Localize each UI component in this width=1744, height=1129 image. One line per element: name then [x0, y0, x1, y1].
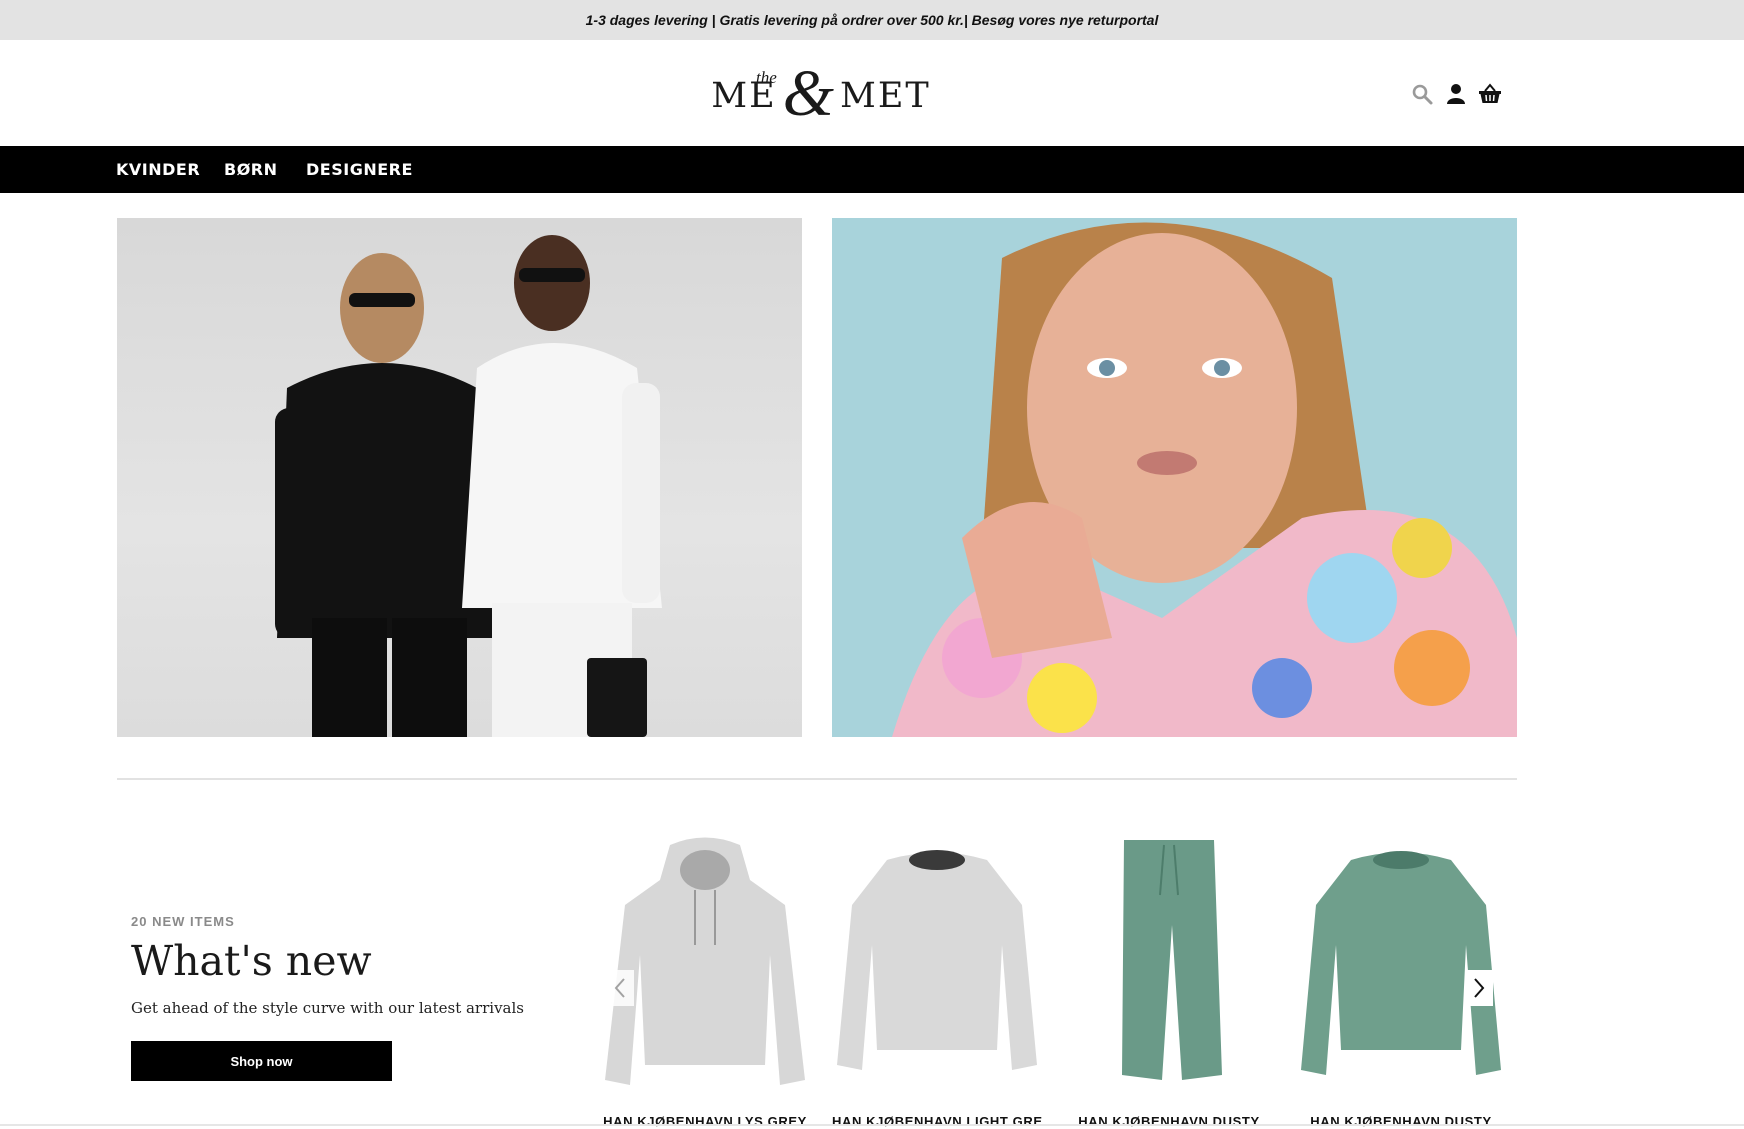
site-header: ME & MET the	[0, 40, 1744, 146]
main-nav: KVINDER BØRN DESIGNERE	[0, 146, 1744, 193]
logo-met: MET	[840, 76, 931, 116]
product-image-sweatshirt	[1301, 851, 1501, 1075]
announcement-text[interactable]: 1-3 dages levering | Gratis levering på …	[586, 12, 1159, 28]
nav-item-born[interactable]: BØRN	[224, 160, 278, 179]
product-image-pants	[1122, 840, 1222, 1080]
product-image-hoodie	[605, 837, 805, 1085]
product-card[interactable]: HAN KJØBENHAVN LIGHT GREY	[832, 830, 1042, 1129]
product-carousel: HAN KJØBENHAVN LYS GREY HAN KJØBENHAVN L…	[600, 830, 1501, 1129]
promo-title: What's new	[131, 937, 372, 985]
hero-image-portrait[interactable]	[832, 218, 1517, 737]
section-divider	[117, 778, 1517, 780]
logo-ampersand: &	[782, 57, 834, 130]
search-icon[interactable]	[1410, 82, 1434, 106]
product-name: HAN KJØBENHAVN DUSTY	[1310, 1114, 1492, 1129]
announcement-bar: 1-3 dages levering | Gratis levering på …	[0, 0, 1744, 40]
product-name: HAN KJØBENHAVN LYS GREY	[603, 1114, 807, 1129]
product-name: HAN KJØBENHAVN LIGHT GREY	[832, 1114, 1042, 1129]
hero-portrait-illustration	[892, 222, 1517, 737]
hero-hoodies-illustration	[275, 235, 662, 737]
product-name: HAN KJØBENHAVN DUSTY	[1078, 1114, 1260, 1129]
account-icon[interactable]	[1444, 82, 1468, 106]
hero-image-hoodies[interactable]	[117, 218, 802, 737]
shop-now-button[interactable]: Shop now	[131, 1041, 392, 1081]
site-logo[interactable]: ME & MET the	[711, 57, 931, 132]
chevron-left-icon	[614, 978, 625, 998]
product-card[interactable]: HAN KJØBENHAVN DUSTY	[1064, 830, 1274, 1129]
chevron-right-icon	[1474, 978, 1485, 998]
header-icons	[1410, 82, 1502, 106]
promo-subtitle: Get ahead of the style curve with our la…	[131, 999, 524, 1017]
nav-item-kvinder[interactable]: KVINDER	[116, 160, 200, 179]
nav-item-designere[interactable]: DESIGNERE	[306, 160, 413, 179]
new-items-count: 20 NEW ITEMS	[131, 914, 235, 929]
carousel-prev-button[interactable]	[606, 970, 634, 1006]
product-image-sweatshirt	[837, 850, 1037, 1070]
whats-new-promo: 20 NEW ITEMS What's new Get ahead of the…	[131, 914, 571, 1081]
logo-the: the	[756, 68, 777, 87]
carousel-next-button[interactable]	[1465, 970, 1493, 1006]
basket-icon[interactable]	[1478, 82, 1502, 106]
